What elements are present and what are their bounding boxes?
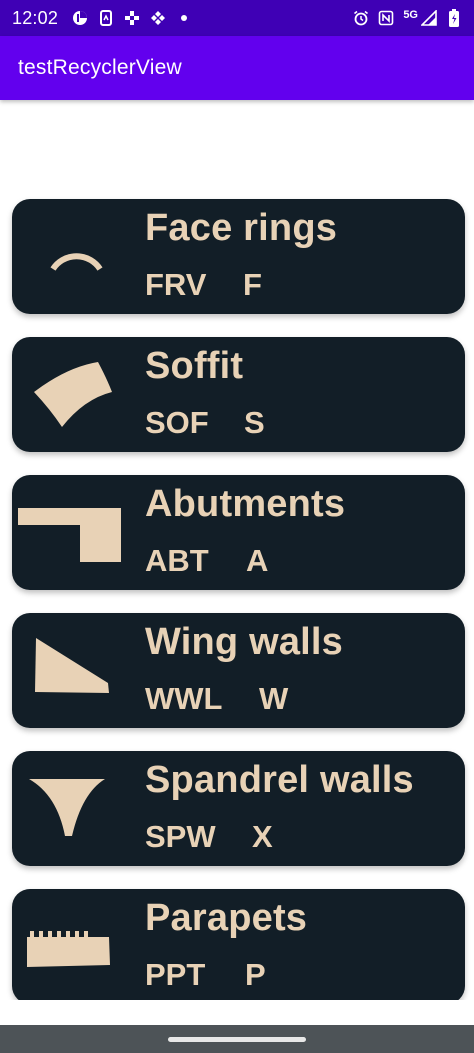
item-letter: F <box>243 267 262 302</box>
nfc-icon <box>378 10 394 26</box>
network-type: 5G <box>403 9 418 21</box>
list-item-soffit[interactable]: Soffit SOF S <box>12 337 465 452</box>
battery-icon <box>446 9 462 27</box>
status-time: 12:02 <box>12 7 59 28</box>
list-item-face-rings[interactable]: Face rings FRV F <box>12 199 465 314</box>
item-title: Wing walls <box>145 621 344 663</box>
item-code: PPT <box>145 957 206 992</box>
alarm-icon <box>353 10 369 26</box>
abutment-icon <box>12 475 142 590</box>
status-left-group: 12:02 <box>12 8 192 29</box>
soffit-icon <box>12 337 142 452</box>
signal-icon <box>421 10 437 26</box>
list-item-parapets[interactable]: Parapets PPT P <box>12 889 465 1000</box>
item-code: SPW <box>145 819 216 854</box>
spandrel-wall-icon <box>12 751 142 866</box>
status-right-group: 5G <box>353 9 462 27</box>
item-title: Face rings <box>145 207 338 249</box>
pinwheel-icon <box>124 10 140 26</box>
item-code: ABT <box>145 543 209 578</box>
item-title: Soffit <box>145 345 244 387</box>
item-code: WWL <box>145 681 223 716</box>
item-letter: A <box>246 543 269 578</box>
navigation-bar <box>0 1025 474 1053</box>
status-bar: 12:02 5G <box>0 0 474 36</box>
item-letter: X <box>252 819 273 854</box>
item-code: FRV <box>145 267 207 302</box>
item-title: Spandrel walls <box>145 759 414 801</box>
list-item-wing-walls[interactable]: Wing walls WWL W <box>12 613 465 728</box>
home-gesture-handle[interactable] <box>168 1036 306 1042</box>
wing-wall-icon <box>12 613 142 728</box>
face-ring-icon <box>12 199 142 314</box>
dot-icon <box>176 10 192 26</box>
binance-icon <box>150 10 166 26</box>
item-title: Abutments <box>145 483 346 525</box>
parapet-icon <box>12 889 142 1000</box>
item-letter: P <box>245 957 266 992</box>
list-item-spandrel-walls[interactable]: Spandrel walls SPW X <box>12 751 465 866</box>
item-letter: W <box>259 681 289 716</box>
app-title: testRecyclerView <box>18 56 182 79</box>
item-letter: S <box>244 405 265 440</box>
recycler-list[interactable]: Face rings FRV F Soffit SOF S Abutments … <box>0 100 474 1000</box>
app-bar: testRecyclerView <box>0 36 474 100</box>
item-code: SOF <box>145 405 209 440</box>
phone-sync-icon <box>98 10 114 26</box>
pie-icon <box>72 10 88 26</box>
list-item-abutments[interactable]: Abutments ABT A <box>12 475 465 590</box>
item-title: Parapets <box>145 897 308 939</box>
